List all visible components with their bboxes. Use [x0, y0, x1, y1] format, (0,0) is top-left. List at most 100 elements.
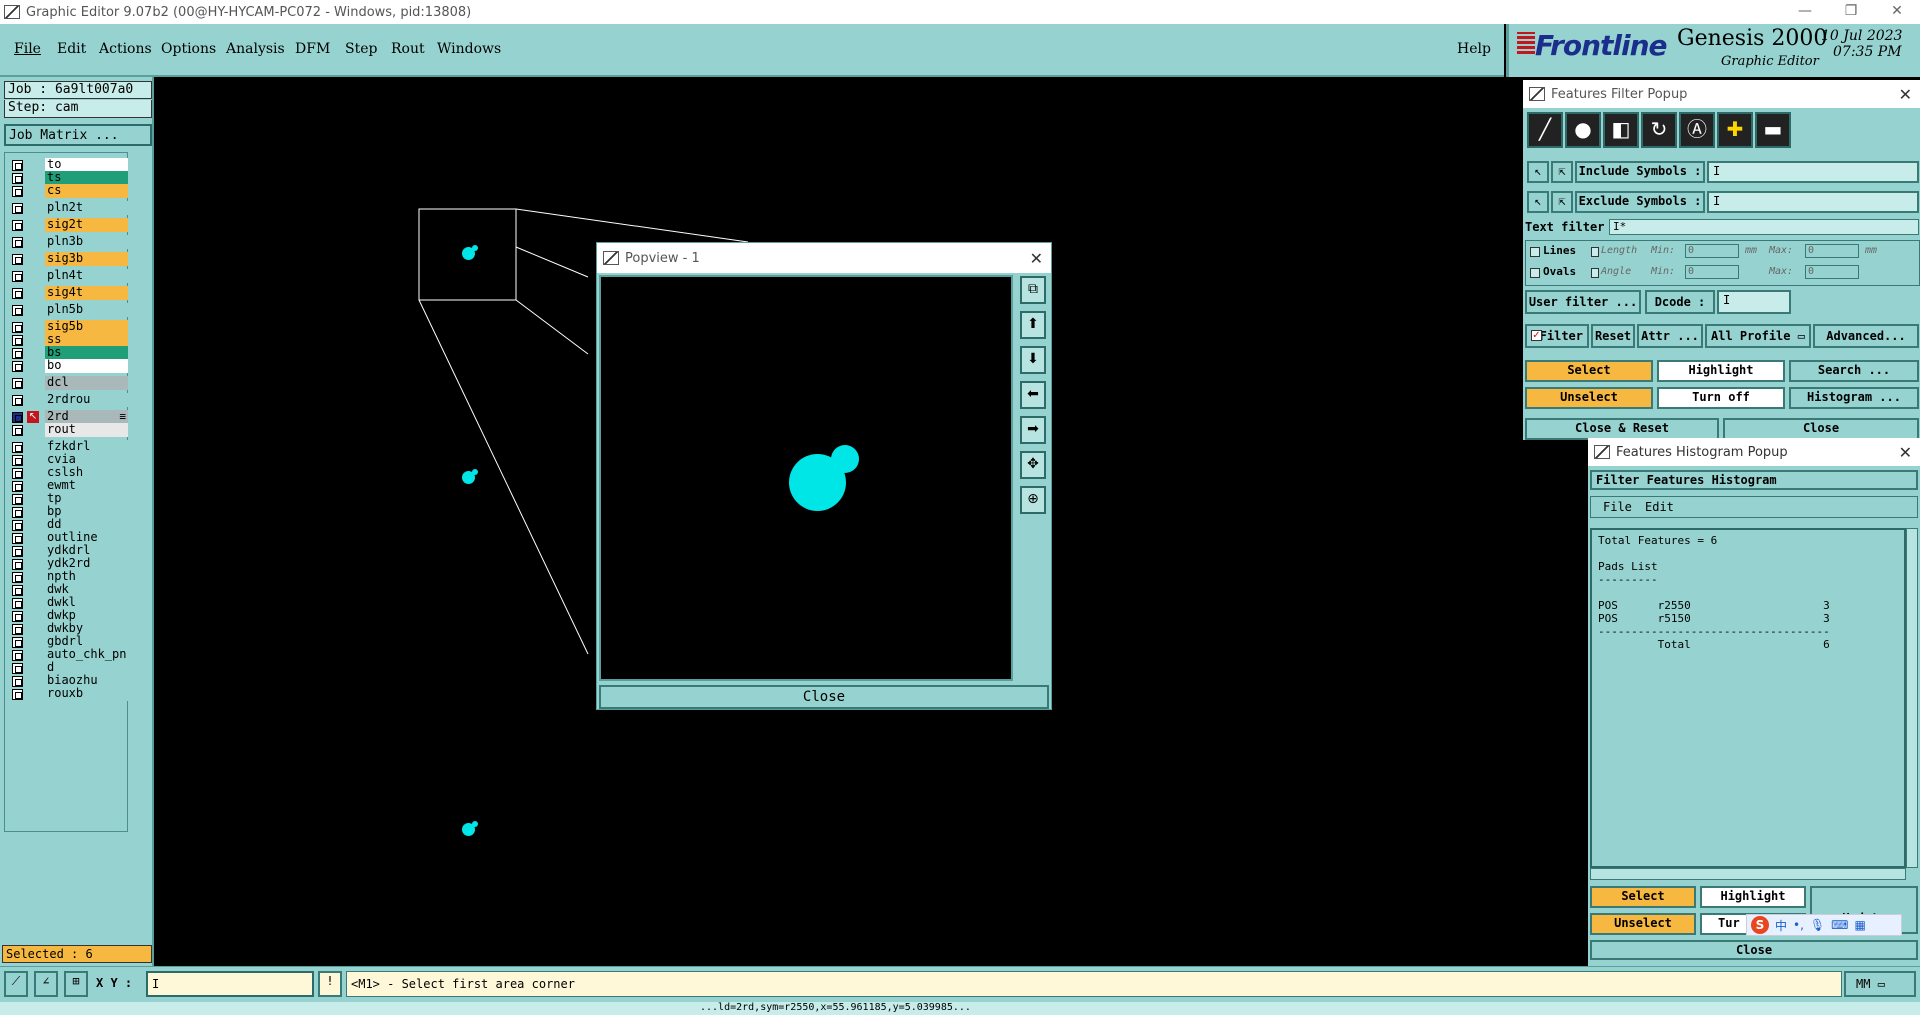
user-filter-button[interactable]: User filter ...	[1525, 290, 1641, 314]
minimize-button[interactable]: —	[1782, 0, 1828, 24]
layer-checkbox[interactable]	[12, 637, 23, 648]
layer-checkbox[interactable]	[12, 305, 23, 316]
layer-name[interactable]: rout	[45, 423, 128, 437]
layer-checkbox[interactable]	[12, 468, 23, 479]
positive-polarity-icon[interactable]: ✚	[1717, 112, 1753, 148]
histogram-highlight-button[interactable]: Highlight	[1700, 886, 1806, 908]
ovals-checkbox[interactable]	[1530, 268, 1540, 278]
layer-row[interactable]: dwkby	[7, 622, 128, 636]
layer-name[interactable]: pln4t	[45, 269, 128, 283]
layer-row[interactable]: 2rdrou	[7, 393, 128, 407]
pan-up-icon[interactable]: ⬆	[1020, 311, 1046, 339]
length-max-input[interactable]: 0	[1805, 244, 1859, 258]
dcode-input[interactable]: I	[1717, 290, 1791, 314]
layer-checkbox[interactable]	[12, 173, 23, 184]
info-icon[interactable]: !	[318, 971, 342, 997]
layer-name[interactable]: sig3b	[45, 252, 128, 266]
layer-checkbox[interactable]	[12, 237, 23, 248]
layer-name[interactable]: to	[45, 158, 128, 172]
layer-row[interactable]: ydkdrl	[7, 544, 128, 558]
layer-name[interactable]: ydk2rd	[45, 557, 128, 571]
layer-checkbox[interactable]	[12, 520, 23, 531]
layer-name[interactable]: ewmt	[45, 479, 128, 493]
menu-file[interactable]: File	[14, 41, 41, 57]
histogram-select-button[interactable]: Select	[1590, 886, 1696, 908]
histogram-close-button[interactable]: Close	[1590, 940, 1918, 960]
layer-name[interactable]: bp	[45, 505, 128, 519]
histogram-menu-edit[interactable]: Edit	[1645, 500, 1674, 514]
layer-row[interactable]: pln5b	[7, 303, 128, 317]
menu-actions[interactable]: Actions	[99, 41, 152, 57]
layer-row[interactable]: ↖ 2rd ≡	[7, 410, 128, 424]
exclude-arrow-icon[interactable]: ↖	[1527, 191, 1549, 213]
layer-row[interactable]: dwk	[7, 583, 128, 597]
menu-help[interactable]: Help	[1457, 41, 1491, 57]
pad-tool-icon[interactable]: ●	[1565, 112, 1601, 148]
layer-checkbox[interactable]	[12, 378, 23, 389]
layer-row[interactable]: fzkdrl	[7, 440, 128, 454]
layer-row[interactable]: biaozhu	[7, 674, 128, 688]
layer-checkbox[interactable]	[12, 533, 23, 544]
layer-name[interactable]: ydkdrl	[45, 544, 128, 558]
include-symbols-input[interactable]: I	[1707, 161, 1919, 183]
layer-row[interactable]: cslsh	[7, 466, 128, 480]
layer-checkbox[interactable]	[12, 160, 23, 171]
layer-checkbox[interactable]	[12, 288, 23, 299]
all-profile-select[interactable]: All Profile ▭	[1705, 324, 1811, 348]
layer-name[interactable]: sig2t	[45, 218, 128, 232]
layer-name[interactable]: sig4t	[45, 286, 128, 300]
layer-row[interactable]: ydk2rd	[7, 557, 128, 571]
layer-row[interactable]: ts	[7, 171, 128, 185]
histogram-vscrollbar[interactable]	[1906, 528, 1918, 868]
pad[interactable]	[472, 245, 478, 251]
layer-name[interactable]: pln5b	[45, 303, 128, 317]
layer-checkbox[interactable]	[12, 186, 23, 197]
histogram-hscrollbar[interactable]	[1590, 868, 1906, 880]
angle-min-input[interactable]: 0	[1685, 265, 1739, 279]
line-tool-icon[interactable]: ╱	[1527, 112, 1563, 148]
layer-row[interactable]: sig3b	[7, 252, 128, 266]
layer-name[interactable]: bo	[45, 359, 128, 373]
layer-name[interactable]: 2rd ≡	[45, 410, 128, 424]
layer-checkbox[interactable]	[12, 361, 23, 372]
layer-name[interactable]: pln2t	[45, 201, 128, 215]
units-select[interactable]: MM ▭	[1844, 971, 1916, 997]
layer-checkbox[interactable]	[12, 494, 23, 505]
layer-row[interactable]: outline	[7, 531, 128, 545]
layer-row[interactable]: ewmt	[7, 479, 128, 493]
layer-name[interactable]: d	[45, 661, 128, 675]
layer-row[interactable]: pln2t	[7, 201, 128, 215]
xy-input[interactable]: I	[146, 971, 314, 997]
snap-icon[interactable]: ⟋	[4, 971, 28, 997]
layer-name[interactable]: biaozhu	[45, 674, 128, 688]
layer-name[interactable]: cvia	[45, 453, 128, 467]
filter-select-button[interactable]: Select	[1525, 360, 1653, 382]
layer-checkbox[interactable]	[12, 455, 23, 466]
grid-icon[interactable]: ⊞	[64, 971, 88, 997]
histogram-popup-close-icon[interactable]: ✕	[1899, 443, 1912, 462]
negative-polarity-icon[interactable]: ▬	[1755, 112, 1791, 148]
popview-canvas[interactable]	[599, 275, 1013, 681]
layer-checkbox[interactable]	[12, 271, 23, 282]
layer-row[interactable]: sig5b	[7, 320, 128, 334]
layer-row[interactable]: d	[7, 661, 128, 675]
layer-row[interactable]: dwkl	[7, 596, 128, 610]
layer-row[interactable]: cs	[7, 184, 128, 198]
layer-name[interactable]: dd	[45, 518, 128, 532]
layer-row[interactable]: pln4t	[7, 269, 128, 283]
layer-checkbox[interactable]	[12, 203, 23, 214]
layer-row[interactable]: auto_chk_pn:	[7, 648, 128, 662]
layer-checkbox[interactable]	[12, 220, 23, 231]
layer-checkbox[interactable]	[12, 412, 23, 423]
layer-checkbox[interactable]	[12, 481, 23, 492]
layer-name[interactable]: npth	[45, 570, 128, 584]
lines-checkbox[interactable]	[1530, 247, 1540, 257]
menu-dfm[interactable]: DFM	[295, 41, 330, 57]
histogram-menu-file[interactable]: File	[1603, 500, 1632, 514]
layer-row[interactable]: ss	[7, 333, 128, 347]
layer-row[interactable]: dcl	[7, 376, 128, 390]
attr-button[interactable]: Attr ...	[1637, 324, 1703, 348]
layer-row[interactable]: bp	[7, 505, 128, 519]
pan-right-icon[interactable]: ➡	[1020, 416, 1046, 444]
layer-checkbox[interactable]	[12, 663, 23, 674]
